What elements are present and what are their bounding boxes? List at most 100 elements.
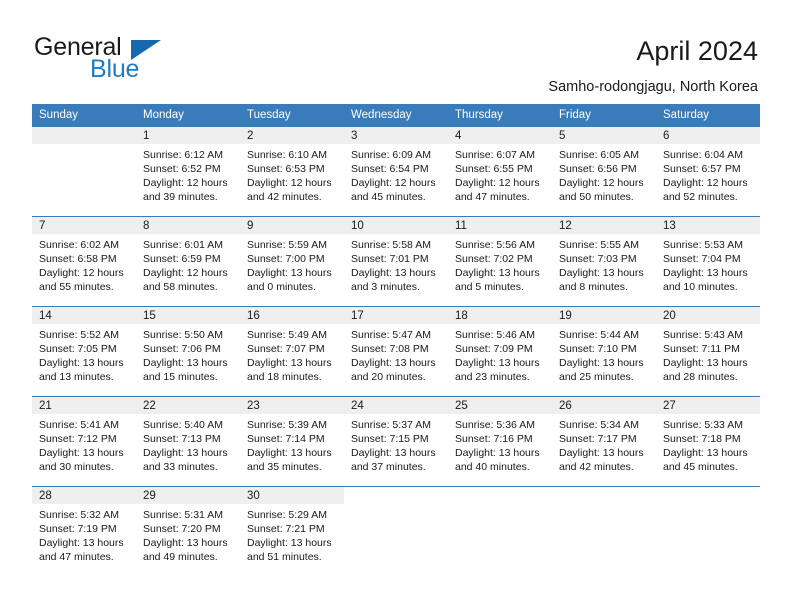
- weekday-header-thursday: Thursday: [448, 104, 552, 127]
- sunrise-text: Sunrise: 5:49 AM: [247, 329, 327, 341]
- day-sun-info: Sunrise: 5:40 AM Sunset: 7:13 PM Daylight:…: [136, 414, 240, 474]
- daylight-text: Daylight: 13 hours and 51 minutes.: [247, 537, 332, 563]
- calendar-day-cell[interactable]: 3 Sunrise: 6:09 AM Sunset: 6:54 PM Daylight…: [344, 126, 448, 217]
- sunrise-text: Sunrise: 5:56 AM: [455, 239, 535, 251]
- sunset-text: Sunset: 7:07 PM: [247, 343, 325, 355]
- calendar-day-cell[interactable]: 11 Sunrise: 5:56 AM Sunset: 7:02 PM Dayligh…: [448, 216, 552, 307]
- calendar-day-cell[interactable]: 13 Sunrise: 5:53 AM Sunset: 7:04 PM Dayligh…: [656, 216, 760, 307]
- calendar-day-cell[interactable]: 19 Sunrise: 5:44 AM Sunset: 7:10 PM Dayligh…: [552, 306, 656, 397]
- daylight-text: Daylight: 13 hours and 30 minutes.: [39, 447, 124, 473]
- calendar-day-cell[interactable]: 23 Sunrise: 5:39 AM Sunset: 7:14 PM Dayligh…: [240, 396, 344, 487]
- calendar-week-row: 21 Sunrise: 5:41 AM Sunset: 7:12 PM Dayligh…: [32, 396, 760, 487]
- day-sun-info: Sunrise: 6:10 AM Sunset: 6:53 PM Daylight:…: [240, 144, 344, 204]
- sunset-text: Sunset: 7:01 PM: [351, 253, 429, 265]
- calendar-day-cell[interactable]: 10 Sunrise: 5:58 AM Sunset: 7:01 PM Dayligh…: [344, 216, 448, 307]
- day-number: 3: [344, 127, 448, 144]
- sunrise-text: Sunrise: 6:02 AM: [39, 239, 119, 251]
- calendar-day-cell[interactable]: 29 Sunrise: 5:31 AM Sunset: 7:20 PM Dayligh…: [136, 486, 240, 577]
- calendar-day-cell[interactable]: 28 Sunrise: 5:32 AM Sunset: 7:19 PM Dayligh…: [32, 486, 136, 577]
- sunset-text: Sunset: 6:58 PM: [39, 253, 117, 265]
- day-sun-info: Sunrise: 5:50 AM Sunset: 7:06 PM Daylight:…: [136, 324, 240, 384]
- day-sun-info: Sunrise: 6:02 AM Sunset: 6:58 PM Daylight:…: [32, 234, 136, 294]
- day-sun-info: Sunrise: 6:01 AM Sunset: 6:59 PM Daylight:…: [136, 234, 240, 294]
- daylight-text: Daylight: 13 hours and 10 minutes.: [663, 267, 748, 293]
- calendar-day-cell[interactable]: 4 Sunrise: 6:07 AM Sunset: 6:55 PM Daylight…: [448, 126, 552, 217]
- daylight-text: Daylight: 13 hours and 5 minutes.: [455, 267, 540, 293]
- calendar-day-cell[interactable]: 7 Sunrise: 6:02 AM Sunset: 6:58 PM Daylight…: [32, 216, 136, 307]
- sunrise-text: Sunrise: 5:41 AM: [39, 419, 119, 431]
- sunrise-text: Sunrise: 5:34 AM: [559, 419, 639, 431]
- daylight-text: Daylight: 12 hours and 52 minutes.: [663, 177, 748, 203]
- daylight-text: Daylight: 12 hours and 39 minutes.: [143, 177, 228, 203]
- day-number: 8: [136, 217, 240, 234]
- calendar-day-cell[interactable]: 22 Sunrise: 5:40 AM Sunset: 7:13 PM Dayligh…: [136, 396, 240, 487]
- day-sun-info: Sunrise: 5:44 AM Sunset: 7:10 PM Daylight:…: [552, 324, 656, 384]
- daylight-text: Daylight: 13 hours and 15 minutes.: [143, 357, 228, 383]
- day-number: 28: [32, 487, 136, 504]
- day-sun-info: Sunrise: 6:12 AM Sunset: 6:52 PM Daylight:…: [136, 144, 240, 204]
- calendar-day-cell[interactable]: 17 Sunrise: 5:47 AM Sunset: 7:08 PM Dayligh…: [344, 306, 448, 397]
- calendar-day-cell[interactable]: 1 Sunrise: 6:12 AM Sunset: 6:52 PM Daylight…: [136, 126, 240, 217]
- calendar-day-cell[interactable]: 18 Sunrise: 5:46 AM Sunset: 7:09 PM Dayligh…: [448, 306, 552, 397]
- day-sun-info: Sunrise: 5:33 AM Sunset: 7:18 PM Daylight:…: [656, 414, 760, 474]
- sunset-text: Sunset: 7:14 PM: [247, 433, 325, 445]
- sunrise-text: Sunrise: 6:09 AM: [351, 149, 431, 161]
- page-subtitle-location: Samho-rodongjagu, North Korea: [548, 79, 758, 95]
- day-number: 24: [344, 397, 448, 414]
- sunrise-text: Sunrise: 5:59 AM: [247, 239, 327, 251]
- logo-text-blue: Blue: [90, 55, 140, 83]
- calendar-page: General Blue April 2024 Samho-rodongjagu…: [0, 0, 792, 612]
- calendar-day-cell[interactable]: 6 Sunrise: 6:04 AM Sunset: 6:57 PM Daylight…: [656, 126, 760, 217]
- day-sun-info: Sunrise: 5:36 AM Sunset: 7:16 PM Daylight:…: [448, 414, 552, 474]
- daylight-text: Daylight: 13 hours and 3 minutes.: [351, 267, 436, 293]
- calendar-day-cell[interactable]: 15 Sunrise: 5:50 AM Sunset: 7:06 PM Dayligh…: [136, 306, 240, 397]
- calendar-day-cell[interactable]: 25 Sunrise: 5:36 AM Sunset: 7:16 PM Dayligh…: [448, 396, 552, 487]
- day-number: 30: [240, 487, 344, 504]
- weekday-header-tuesday: Tuesday: [240, 104, 344, 127]
- sunset-text: Sunset: 7:20 PM: [143, 523, 221, 535]
- sunrise-text: Sunrise: 6:05 AM: [559, 149, 639, 161]
- sunset-text: Sunset: 6:55 PM: [455, 163, 533, 175]
- day-sun-info: Sunrise: 5:41 AM Sunset: 7:12 PM Daylight:…: [32, 414, 136, 474]
- sunset-text: Sunset: 6:56 PM: [559, 163, 637, 175]
- calendar-week-row: 14 Sunrise: 5:52 AM Sunset: 7:05 PM Dayligh…: [32, 306, 760, 397]
- sunrise-text: Sunrise: 5:52 AM: [39, 329, 119, 341]
- day-number: 20: [656, 307, 760, 324]
- general-blue-logo[interactable]: General Blue: [34, 33, 224, 83]
- daylight-text: Daylight: 12 hours and 50 minutes.: [559, 177, 644, 203]
- daylight-text: Daylight: 13 hours and 33 minutes.: [143, 447, 228, 473]
- calendar-day-cell[interactable]: 9 Sunrise: 5:59 AM Sunset: 7:00 PM Daylight…: [240, 216, 344, 307]
- day-number: 10: [344, 217, 448, 234]
- daylight-text: Daylight: 13 hours and 18 minutes.: [247, 357, 332, 383]
- sunset-text: Sunset: 6:54 PM: [351, 163, 429, 175]
- daylight-text: Daylight: 13 hours and 49 minutes.: [143, 537, 228, 563]
- calendar-day-cell[interactable]: 21 Sunrise: 5:41 AM Sunset: 7:12 PM Dayligh…: [32, 396, 136, 487]
- sunrise-text: Sunrise: 5:37 AM: [351, 419, 431, 431]
- daylight-text: Daylight: 13 hours and 8 minutes.: [559, 267, 644, 293]
- day-sun-info: Sunrise: 5:34 AM Sunset: 7:17 PM Daylight:…: [552, 414, 656, 474]
- day-number: 6: [656, 127, 760, 144]
- day-sun-info: Sunrise: 5:56 AM Sunset: 7:02 PM Daylight:…: [448, 234, 552, 294]
- calendar-day-cell[interactable]: 30 Sunrise: 5:29 AM Sunset: 7:21 PM Dayligh…: [240, 486, 344, 577]
- calendar-day-cell[interactable]: 27 Sunrise: 5:33 AM Sunset: 7:18 PM Dayligh…: [656, 396, 760, 487]
- calendar-day-cell[interactable]: 26 Sunrise: 5:34 AM Sunset: 7:17 PM Dayligh…: [552, 396, 656, 487]
- calendar-day-cell[interactable]: 5 Sunrise: 6:05 AM Sunset: 6:56 PM Daylight…: [552, 126, 656, 217]
- calendar-day-cell[interactable]: 8 Sunrise: 6:01 AM Sunset: 6:59 PM Daylight…: [136, 216, 240, 307]
- sunset-text: Sunset: 7:19 PM: [39, 523, 117, 535]
- calendar-day-cell[interactable]: 20 Sunrise: 5:43 AM Sunset: 7:11 PM Dayligh…: [656, 306, 760, 397]
- day-sun-info: Sunrise: 5:59 AM Sunset: 7:00 PM Daylight:…: [240, 234, 344, 294]
- calendar-cell-empty: [656, 486, 760, 577]
- calendar-cell-empty: [344, 486, 448, 577]
- day-number: 23: [240, 397, 344, 414]
- sunset-text: Sunset: 7:10 PM: [559, 343, 637, 355]
- day-number: 7: [32, 217, 136, 234]
- calendar-day-cell[interactable]: 2 Sunrise: 6:10 AM Sunset: 6:53 PM Daylight…: [240, 126, 344, 217]
- page-title: April 2024: [636, 36, 758, 66]
- calendar-day-cell[interactable]: 12 Sunrise: 5:55 AM Sunset: 7:03 PM Dayligh…: [552, 216, 656, 307]
- calendar-day-cell[interactable]: 24 Sunrise: 5:37 AM Sunset: 7:15 PM Dayligh…: [344, 396, 448, 487]
- calendar-day-cell[interactable]: 16 Sunrise: 5:49 AM Sunset: 7:07 PM Dayligh…: [240, 306, 344, 397]
- sunrise-text: Sunrise: 6:10 AM: [247, 149, 327, 161]
- page-header: General Blue April 2024 Samho-rodongjagu…: [0, 0, 792, 98]
- calendar-day-cell[interactable]: 14 Sunrise: 5:52 AM Sunset: 7:05 PM Dayligh…: [32, 306, 136, 397]
- day-sun-info: Sunrise: 5:31 AM Sunset: 7:20 PM Daylight:…: [136, 504, 240, 564]
